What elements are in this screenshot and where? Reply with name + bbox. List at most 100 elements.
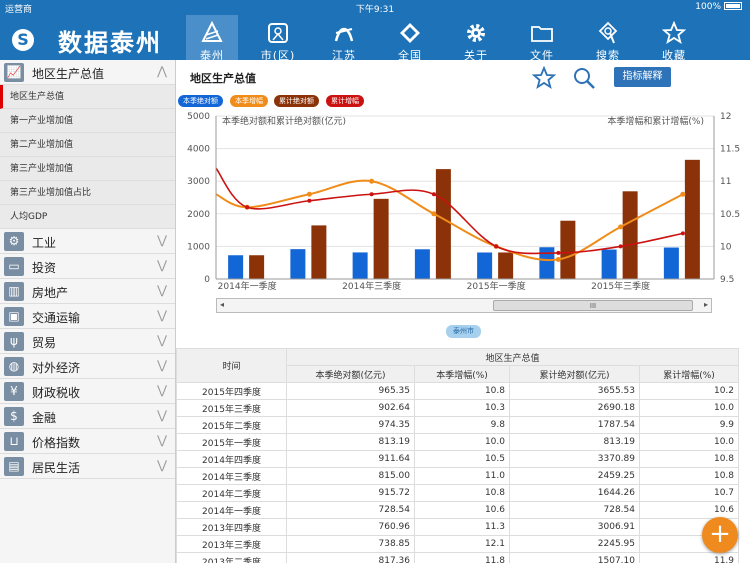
nav-tab-files[interactable]: 文件 bbox=[516, 15, 568, 62]
table-row: 2013年二季度 817.36 11.8 1507.10 11.9 bbox=[176, 552, 740, 563]
column-header: 累计绝对额(亿元) bbox=[509, 365, 640, 383]
nav-tab-about[interactable]: 关于 bbox=[450, 15, 502, 62]
table-cell-period: 2013年三季度 bbox=[176, 535, 287, 553]
legend-series-cumulative-value[interactable]: 累计绝对额 bbox=[274, 95, 319, 107]
bar-cumulative-value bbox=[249, 255, 265, 279]
region-badge[interactable]: 泰州市 bbox=[446, 325, 481, 338]
legend-series-quarter-growth[interactable]: 本季增幅 bbox=[230, 95, 268, 107]
table-cell: 10.2 bbox=[638, 382, 740, 400]
indicator-explanation-button[interactable]: 指标解释 bbox=[614, 67, 671, 87]
sidebar-subitem-tertiary[interactable]: 第三产业增加值 bbox=[0, 157, 175, 181]
y-right-tick-label: 11 bbox=[720, 177, 731, 187]
x-tick-label: 2014年一季度 bbox=[218, 280, 277, 292]
sidebar-subitem-primary[interactable]: 第一产业增加值 bbox=[0, 109, 175, 133]
bus-icon: ▣ bbox=[4, 307, 24, 326]
chevron-down-icon: ⋁ bbox=[157, 408, 167, 422]
add-button[interactable]: + bbox=[702, 517, 738, 553]
table-cell: 1787.54 bbox=[509, 416, 640, 434]
scroll-left-arrow-icon[interactable]: ◂ bbox=[220, 300, 224, 309]
left-axis-label: 本季绝对额和累计绝对额(亿元) bbox=[222, 115, 346, 127]
sidebar-category-transport[interactable]: ▣ 交通运输 ⋁ bbox=[0, 304, 175, 329]
sidebar-category-living[interactable]: ▤ 居民生活 ⋁ bbox=[0, 454, 175, 479]
table-cell: 9.9 bbox=[638, 416, 740, 434]
bar-cumulative-value bbox=[622, 191, 638, 279]
sidebar-category-foreign-economy[interactable]: ◍ 对外经济 ⋁ bbox=[0, 354, 175, 379]
money-icon: $ bbox=[4, 407, 24, 426]
sidebar-category-finance-tax[interactable]: ¥ 财政税收 ⋁ bbox=[0, 379, 175, 404]
table-cell: 10.0 bbox=[638, 433, 740, 451]
y-right-tick-label: 12 bbox=[720, 112, 731, 122]
point-cumulative-growth bbox=[307, 198, 312, 203]
sidebar-subitem-secondary[interactable]: 第二产业增加值 bbox=[0, 133, 175, 157]
sidebar-category-label: 贸易 bbox=[32, 336, 57, 350]
y-right-tick-label: 10.5 bbox=[720, 210, 740, 220]
table-cell-period: 2014年四季度 bbox=[176, 450, 287, 468]
table-cell: 813.19 bbox=[286, 433, 415, 451]
nav-tab-national[interactable]: 全国 bbox=[384, 15, 436, 62]
chevron-down-icon: ⋁ bbox=[157, 283, 167, 297]
table-cell: 974.35 bbox=[286, 416, 415, 434]
table-cell: 815.00 bbox=[286, 467, 415, 485]
table-cell: 10.8 bbox=[638, 467, 740, 485]
page-title: 地区生产总值 bbox=[190, 72, 256, 85]
table-cell: 3006.91 bbox=[509, 518, 640, 536]
bar-quarter-value bbox=[477, 252, 493, 279]
nav-tab-taizhou[interactable]: 泰州 bbox=[186, 15, 238, 62]
bar-cumulative-value bbox=[435, 169, 451, 279]
sidebar-category-banking[interactable]: $ 金融 ⋁ bbox=[0, 404, 175, 429]
top-nav-bar: S 数据泰州 泰州 市(区) 江苏 全国 关于 文件 搜索 收藏 bbox=[0, 15, 750, 62]
sidebar-category-investment[interactable]: ▭ 投资 ⋁ bbox=[0, 254, 175, 279]
gear-icon bbox=[467, 24, 485, 42]
sidebar-category-gdp[interactable]: 📈 地区生产总值 ⋀ bbox=[0, 60, 175, 85]
point-quarter-growth bbox=[618, 224, 624, 230]
sidebar-category-label: 价格指数 bbox=[32, 436, 81, 450]
y-left-tick-label: 1000 bbox=[187, 242, 210, 252]
table-cell: 813.19 bbox=[509, 433, 640, 451]
table-row: 2015年三季度 902.64 10.3 2690.18 10.0 bbox=[176, 399, 740, 417]
chart-scrollbar[interactable]: ◂ III ▸ bbox=[216, 298, 712, 313]
basket-icon: ⊔ bbox=[4, 432, 24, 451]
y-left-tick-label: 0 bbox=[204, 275, 210, 285]
y-right-tick-label: 9.5 bbox=[720, 275, 734, 285]
favorite-star-icon[interactable] bbox=[532, 66, 556, 90]
column-header: 本季绝对额(亿元) bbox=[286, 365, 415, 383]
chevron-down-icon: ⋁ bbox=[157, 458, 167, 472]
table-cell-period: 2015年四季度 bbox=[176, 382, 287, 400]
table-cell: 1507.10 bbox=[509, 552, 640, 563]
y-left-tick-label: 4000 bbox=[187, 145, 210, 155]
table-cell: 3370.89 bbox=[509, 450, 640, 468]
chevron-up-icon: ⋀ bbox=[157, 64, 167, 78]
nav-tab-favorites[interactable]: 收藏 bbox=[648, 15, 700, 62]
bar-cumulative-value bbox=[311, 225, 327, 279]
data-table: 时间 地区生产总值 本季绝对额(亿元) 本季增幅(%) 累计绝对额(亿元) 累计… bbox=[176, 348, 740, 563]
x-tick-label: 2015年三季度 bbox=[591, 280, 650, 292]
sidebar-category-industry[interactable]: ⚙ 工业 ⋁ bbox=[0, 229, 175, 254]
nav-tab-city[interactable]: 市(区) bbox=[252, 15, 304, 62]
table-cell: 11.9 bbox=[638, 552, 740, 563]
table-cell: 738.85 bbox=[286, 535, 415, 553]
scroll-thumb[interactable]: III bbox=[493, 300, 693, 311]
chevron-down-icon: ⋁ bbox=[157, 383, 167, 397]
bar-quarter-value bbox=[539, 247, 555, 279]
y-left-tick-label: 3000 bbox=[187, 177, 210, 187]
nav-tab-jiangsu[interactable]: 江苏 bbox=[318, 15, 370, 62]
sidebar-category-trade[interactable]: ψ 贸易 ⋁ bbox=[0, 329, 175, 354]
sidebar-category-real-estate[interactable]: ▥ 房地产 ⋁ bbox=[0, 279, 175, 304]
right-axis-label: 本季增幅和累计增幅(%) bbox=[607, 115, 704, 127]
table-cell: 10.8 bbox=[414, 382, 510, 400]
table-cell-period: 2013年二季度 bbox=[176, 552, 287, 563]
sidebar-subitem-gdp-per-capita[interactable]: 人均GDP bbox=[0, 205, 175, 229]
legend-series-cumulative-growth[interactable]: 累计增幅 bbox=[326, 95, 364, 107]
table-cell: 965.35 bbox=[286, 382, 415, 400]
y-left-tick-label: 5000 bbox=[187, 112, 210, 122]
table-cell: 11.0 bbox=[414, 467, 510, 485]
search-icon[interactable] bbox=[572, 66, 596, 90]
scroll-right-arrow-icon[interactable]: ▸ bbox=[704, 300, 708, 309]
nav-tab-search[interactable]: 搜索 bbox=[582, 15, 634, 62]
sidebar-subitem-tertiary-share[interactable]: 第三产业增加值占比 bbox=[0, 181, 175, 205]
legend-series-quarter-value[interactable]: 本季绝对额 bbox=[178, 95, 223, 107]
sidebar-category-price-index[interactable]: ⊔ 价格指数 ⋁ bbox=[0, 429, 175, 454]
search-icon bbox=[598, 21, 618, 44]
sidebar-subitem-gdp[interactable]: 地区生产总值 bbox=[0, 85, 175, 109]
y-left-tick-label: 2000 bbox=[187, 210, 210, 220]
